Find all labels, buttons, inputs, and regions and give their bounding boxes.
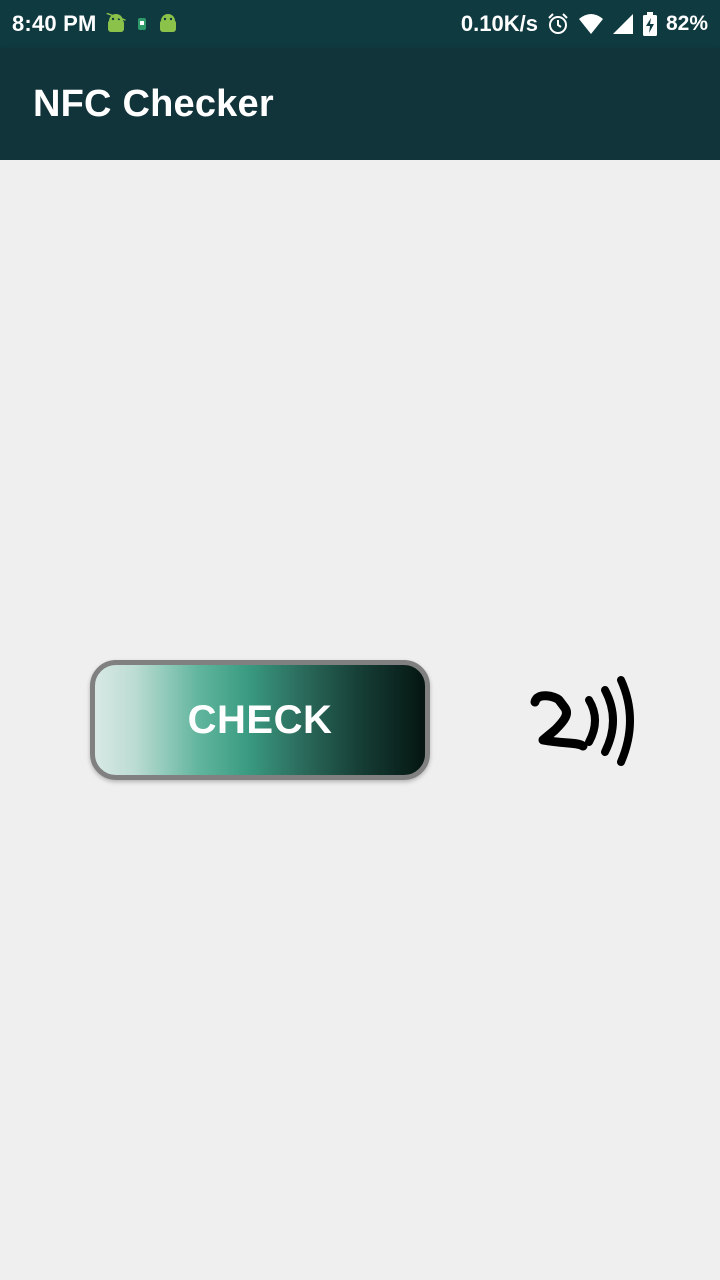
android-icon bbox=[105, 13, 127, 35]
network-speed: 0.10K/s bbox=[460, 11, 538, 36]
battery-charging-icon bbox=[642, 12, 658, 36]
status-bar-right: 0.10K/s 82% bbox=[461, 11, 708, 37]
alarm-icon bbox=[546, 12, 570, 36]
check-button[interactable]: CHECK bbox=[90, 660, 430, 780]
main-content: CHECK bbox=[0, 160, 720, 1280]
status-time: 8:40 PM bbox=[12, 11, 97, 36]
app-title: NFC Checker bbox=[33, 82, 274, 125]
check-button-label: CHECK bbox=[187, 697, 333, 742]
status-bar: 8:40 PM 0.10K/s 82% bbox=[0, 0, 720, 48]
nfc-icon bbox=[530, 676, 634, 766]
status-bar-left: 8:40 PM bbox=[12, 11, 179, 37]
wifi-icon bbox=[578, 13, 604, 35]
sim-icon bbox=[135, 14, 149, 34]
app-bar: NFC Checker bbox=[0, 48, 720, 160]
android-icon bbox=[157, 13, 179, 35]
signal-icon bbox=[612, 13, 634, 35]
battery-percent: 82% bbox=[665, 12, 708, 35]
